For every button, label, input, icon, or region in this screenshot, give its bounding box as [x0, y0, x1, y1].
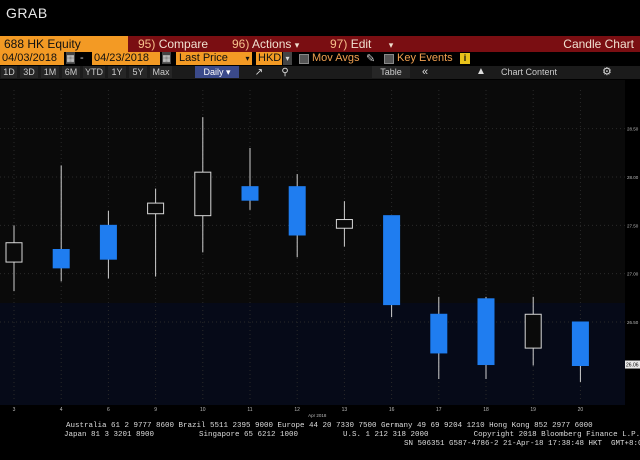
chevron-down-icon[interactable]: ▾	[283, 52, 292, 65]
candle-body	[383, 215, 401, 306]
actions-dropdown-icon: ▾	[294, 40, 300, 50]
chevron-down-icon: ▾	[226, 67, 231, 77]
chart-content-button[interactable]: Chart Content	[492, 66, 566, 78]
frequency-label: Daily	[203, 67, 224, 77]
x-tick-label: 4	[60, 407, 63, 413]
range-row: Daily ▾ ↗ ⚲ Table « ▲ Chart Content ⚙ 1D…	[0, 66, 640, 79]
range-button-1d[interactable]: 1D	[1, 66, 17, 78]
edit-label: Edit	[350, 37, 372, 51]
footer-contacts-line: Australia 61 2 9777 8600 Brazil 5511 239…	[66, 422, 593, 430]
footer-session-line: SN 506351 G587-4786-2 21-Apr-18 17:38:48…	[404, 440, 640, 448]
price-field-label: Last Price	[179, 52, 228, 64]
range-button-5y[interactable]: 5Y	[129, 66, 147, 78]
range-button-3d[interactable]: 3D	[20, 66, 38, 78]
pencil-icon[interactable]: ✎	[366, 52, 375, 65]
candle-body	[335, 219, 353, 229]
start-date-input[interactable]: 04/03/2018	[0, 52, 64, 65]
candle-body	[241, 186, 259, 201]
app-brand: GRAB	[6, 5, 48, 21]
line-chart-icon[interactable]: ↗	[250, 67, 268, 78]
range-button-1y[interactable]: 1Y	[108, 66, 126, 78]
calendar-icon[interactable]: ▦	[162, 52, 171, 64]
command-row: 688 HK Equity 95) Compare 96) Actions ▾ …	[0, 35, 640, 52]
candle-body	[430, 313, 448, 354]
mov-avgs-checkbox[interactable]	[299, 54, 309, 64]
compare-number: 95)	[138, 37, 156, 51]
candle-body	[571, 321, 589, 366]
chevron-down-icon[interactable]: ▾	[243, 52, 252, 65]
x-tick-label: 3	[13, 407, 16, 413]
actions-label: Actions	[252, 37, 292, 51]
x-tick-label: 17	[436, 407, 442, 413]
settings-row: 04/03/2018 ▦ - 04/23/2018 ▦ Last Price ▾…	[0, 52, 640, 66]
zoom-icon[interactable]: ⚲	[276, 67, 294, 78]
date-separator: -	[80, 52, 84, 64]
chart-content-icon[interactable]: ▲	[476, 66, 486, 78]
compare-label: Compare	[158, 37, 209, 51]
y-tick-label: 27.50	[627, 223, 639, 228]
x-tick-label: 19	[530, 407, 536, 413]
y-tick-label: 28.50	[627, 127, 639, 132]
footer: Australia 61 2 9777 8600 Brazil 5511 239…	[0, 418, 640, 460]
calendar-icon[interactable]: ▦	[66, 52, 75, 64]
mov-avgs-label: Mov Avgs	[312, 52, 360, 64]
gear-icon[interactable]: ⚙	[602, 66, 612, 78]
key-events-checkbox[interactable]	[384, 54, 394, 64]
table-button[interactable]: Table	[372, 66, 410, 78]
x-tick-label: 10	[200, 407, 206, 413]
range-button-1m[interactable]: 1M	[41, 66, 59, 78]
range-button-ytd[interactable]: YTD	[83, 66, 105, 78]
x-tick-label: 6	[107, 407, 110, 413]
x-tick-label: 9	[154, 407, 157, 413]
actions-number: 96)	[232, 37, 250, 51]
currency-select[interactable]: HKD	[256, 52, 282, 65]
x-tick-label: 12	[294, 407, 300, 413]
edit-dropdown-icon: ▾	[388, 40, 394, 50]
range-button-6m[interactable]: 6M	[62, 66, 80, 78]
y-tick-label: 28.00	[627, 175, 639, 180]
ticker-label: 688 HK Equity	[4, 37, 81, 51]
candle-body	[477, 298, 495, 366]
frequency-select[interactable]: Daily ▾	[195, 66, 239, 78]
x-tick-label: 16	[389, 407, 395, 413]
candle-body	[288, 186, 306, 236]
end-date-input[interactable]: 04/23/2018	[92, 52, 160, 65]
candle-body	[194, 171, 212, 217]
candle-body	[147, 202, 165, 215]
x-tick-label: 18	[483, 407, 489, 413]
chart-type-label: Candle Chart	[402, 36, 640, 52]
actions-button[interactable]: 96) Actions ▾	[224, 36, 316, 52]
title-bar: GRAB	[0, 0, 640, 34]
y-tick-label: 26.50	[627, 320, 639, 325]
edit-number: 97)	[330, 37, 348, 51]
candle-body	[5, 242, 23, 263]
x-tick-label: 11	[247, 407, 252, 413]
x-tick-label: 13	[342, 407, 348, 413]
double-chevron-left-icon[interactable]: «	[422, 66, 436, 78]
candle-body	[99, 224, 117, 260]
compare-button[interactable]: 95) Compare	[128, 36, 230, 52]
ticker-field[interactable]: 688 HK Equity	[0, 36, 128, 52]
y-tick-label: 27.00	[627, 272, 639, 277]
footer-contacts-line2: Japan 81 3 3201 8900 Singapore 65 6212 1…	[64, 431, 640, 439]
candle-body	[52, 249, 70, 269]
last-price-label: 26.06	[626, 363, 639, 369]
key-events-label: Key Events	[397, 52, 453, 64]
x-tick-label: 20	[578, 407, 584, 413]
range-button-max[interactable]: Max	[150, 66, 172, 78]
price-field-select[interactable]: Last Price	[176, 52, 243, 65]
candle-body	[524, 313, 542, 349]
candle-chart[interactable]: 26.50 27.00 27.50 28.00 28.50 3 4 6 9 10 11 12 13 16 1…	[0, 80, 640, 418]
info-icon[interactable]: i	[460, 53, 470, 64]
